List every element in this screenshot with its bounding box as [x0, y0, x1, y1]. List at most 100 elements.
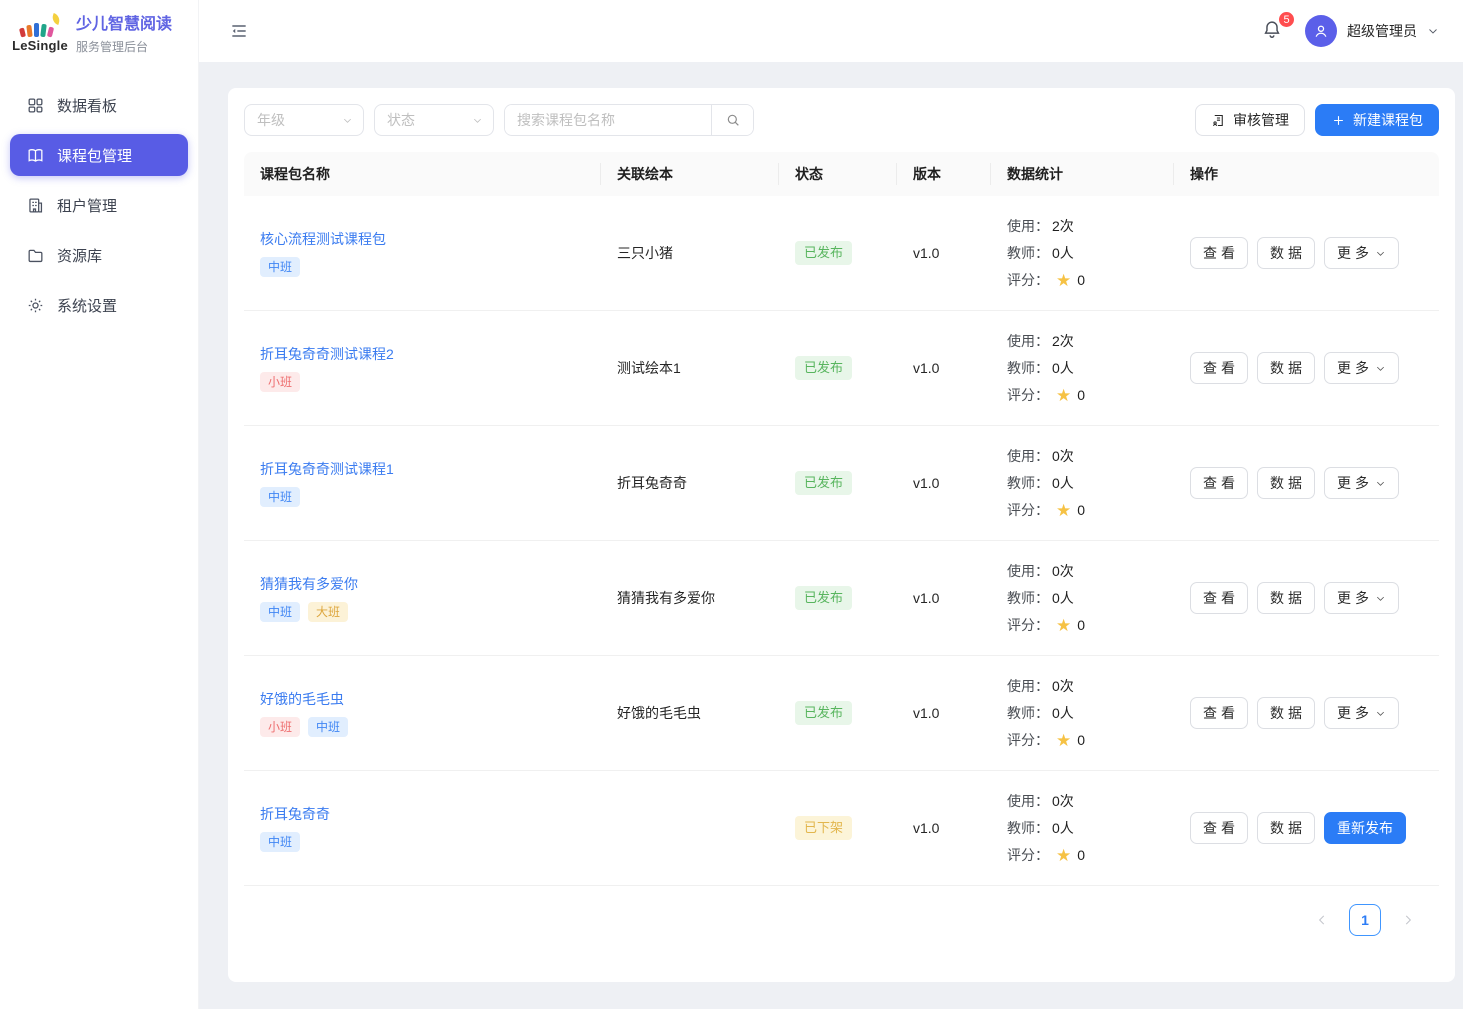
audit-icon [1211, 113, 1226, 128]
column-header-actions: 操作 [1174, 164, 1439, 184]
data-button-label: 数据 [1270, 358, 1306, 378]
more-button[interactable]: 更多 [1324, 352, 1399, 384]
data-button[interactable]: 数据 [1257, 352, 1315, 384]
grade-select[interactable]: 年级 [244, 104, 364, 136]
chevron-down-icon [1375, 248, 1386, 259]
stats-cell: 使用：2次 教师：0人 评分：★0 [991, 216, 1174, 290]
teachers-label: 教师： [1007, 588, 1049, 608]
teachers-label: 教师： [1007, 358, 1049, 378]
related-book-cell: 折耳兔奇奇 [601, 473, 779, 493]
status-select[interactable]: 状态 [374, 104, 494, 136]
notification-bell[interactable]: 5 [1261, 18, 1287, 44]
sidebar-item-resources[interactable]: 资源库 [10, 234, 188, 276]
page-number-button[interactable]: 1 [1349, 904, 1381, 936]
package-name-link[interactable]: 折耳兔奇奇 [260, 804, 330, 824]
package-name-link[interactable]: 好饿的毛毛虫 [260, 689, 344, 709]
audit-management-button[interactable]: 审核管理 [1195, 104, 1305, 136]
data-button-label: 数据 [1270, 588, 1306, 608]
more-button[interactable]: 更多 [1324, 582, 1399, 614]
grade-select-placeholder: 年级 [257, 110, 285, 130]
more-button[interactable]: 更多 [1324, 697, 1399, 729]
sidebar-collapse-button[interactable] [225, 17, 253, 45]
table-row: 好饿的毛毛虫 小班中班 好饿的毛毛虫 已发布 v1.0 使用：0次 教师：0人 … [244, 656, 1439, 771]
view-button-label: 查看 [1203, 818, 1239, 838]
more-button-label: 更多 [1337, 703, 1373, 723]
brand: LeSingle 少儿智慧阅读 服务管理后台 [0, 0, 198, 70]
data-button[interactable]: 数据 [1257, 467, 1315, 499]
search-box [504, 104, 754, 136]
status-cell: 已发布 [779, 471, 897, 495]
grade-tags: 中班 [260, 487, 601, 507]
data-button[interactable]: 数据 [1257, 812, 1315, 844]
grade-tag: 小班 [260, 372, 300, 392]
avatar [1305, 15, 1337, 47]
sidebar-item-label: 资源库 [57, 245, 102, 266]
related-book-cell: 猜猜我有多爱你 [601, 588, 779, 608]
status-badge: 已发布 [795, 701, 852, 725]
data-button-label: 数据 [1270, 473, 1306, 493]
view-button[interactable]: 查看 [1190, 582, 1248, 614]
rating-value: 0 [1077, 847, 1085, 863]
user-icon [1312, 22, 1330, 40]
grade-tag: 中班 [260, 602, 300, 622]
package-name-link[interactable]: 核心流程测试课程包 [260, 229, 386, 249]
sidebar-item-dashboard[interactable]: 数据看板 [10, 84, 188, 126]
more-button[interactable]: 更多 [1324, 237, 1399, 269]
actions-cell: 查看 数据更多 [1174, 352, 1439, 384]
chevron-down-icon [472, 115, 483, 126]
rating-label: 评分： [1007, 500, 1049, 520]
column-header-status: 状态 [779, 164, 897, 184]
user-menu[interactable]: 超级管理员 [1305, 15, 1439, 47]
more-button[interactable]: 更多 [1324, 467, 1399, 499]
search-button[interactable] [711, 105, 753, 135]
view-button[interactable]: 查看 [1190, 237, 1248, 269]
rating-value: 0 [1077, 387, 1085, 403]
view-button[interactable]: 查看 [1190, 352, 1248, 384]
status-badge: 已发布 [795, 471, 852, 495]
version-cell: v1.0 [897, 590, 991, 606]
teachers-value: 0人 [1052, 818, 1074, 838]
related-book-cell: 好饿的毛毛虫 [601, 703, 779, 723]
status-badge: 已发布 [795, 586, 852, 610]
settings-icon [26, 296, 45, 315]
data-button[interactable]: 数据 [1257, 582, 1315, 614]
package-name-link[interactable]: 猜猜我有多爱你 [260, 574, 358, 594]
grade-tags: 小班中班 [260, 717, 601, 737]
create-course-package-button[interactable]: 新建课程包 [1315, 104, 1439, 136]
sidebar-item-tenants[interactable]: 租户管理 [10, 184, 188, 226]
search-input[interactable] [505, 105, 711, 135]
data-button[interactable]: 数据 [1257, 697, 1315, 729]
sidebar-item-settings[interactable]: 系统设置 [10, 284, 188, 326]
prev-page-icon[interactable] [1315, 913, 1329, 927]
package-name-link[interactable]: 折耳兔奇奇测试课程2 [260, 344, 394, 364]
status-cell: 已发布 [779, 701, 897, 725]
course-package-icon [26, 146, 45, 165]
column-header-stats: 数据统计 [991, 164, 1174, 184]
package-name-cell: 折耳兔奇奇 中班 [244, 804, 601, 852]
sidebar-item-course-packages[interactable]: 课程包管理 [10, 134, 188, 176]
data-button[interactable]: 数据 [1257, 237, 1315, 269]
republish-button-label: 重新发布 [1337, 818, 1393, 838]
view-button[interactable]: 查看 [1190, 467, 1248, 499]
teachers-label: 教师： [1007, 818, 1049, 838]
stats-cell: 使用：0次 教师：0人 评分：★0 [991, 446, 1174, 520]
view-button-label: 查看 [1203, 473, 1239, 493]
rating-value: 0 [1077, 617, 1085, 633]
republish-button[interactable]: 重新发布 [1324, 812, 1406, 844]
usage-value: 0次 [1052, 676, 1074, 696]
table-row: 折耳兔奇奇测试课程2 小班 测试绘本1 已发布 v1.0 使用：2次 教师：0人… [244, 311, 1439, 426]
grade-tag: 中班 [260, 832, 300, 852]
column-header-name: 课程包名称 [244, 164, 601, 184]
rating-value: 0 [1077, 502, 1085, 518]
status-cell: 已发布 [779, 586, 897, 610]
view-button[interactable]: 查看 [1190, 812, 1248, 844]
package-name-link[interactable]: 折耳兔奇奇测试课程1 [260, 459, 394, 479]
next-page-icon[interactable] [1401, 913, 1415, 927]
star-icon: ★ [1056, 272, 1071, 289]
teachers-value: 0人 [1052, 243, 1074, 263]
view-button[interactable]: 查看 [1190, 697, 1248, 729]
rating-label: 评分： [1007, 845, 1049, 865]
view-button-label: 查看 [1203, 703, 1239, 723]
grade-tags: 中班 [260, 832, 601, 852]
star-icon: ★ [1056, 732, 1071, 749]
